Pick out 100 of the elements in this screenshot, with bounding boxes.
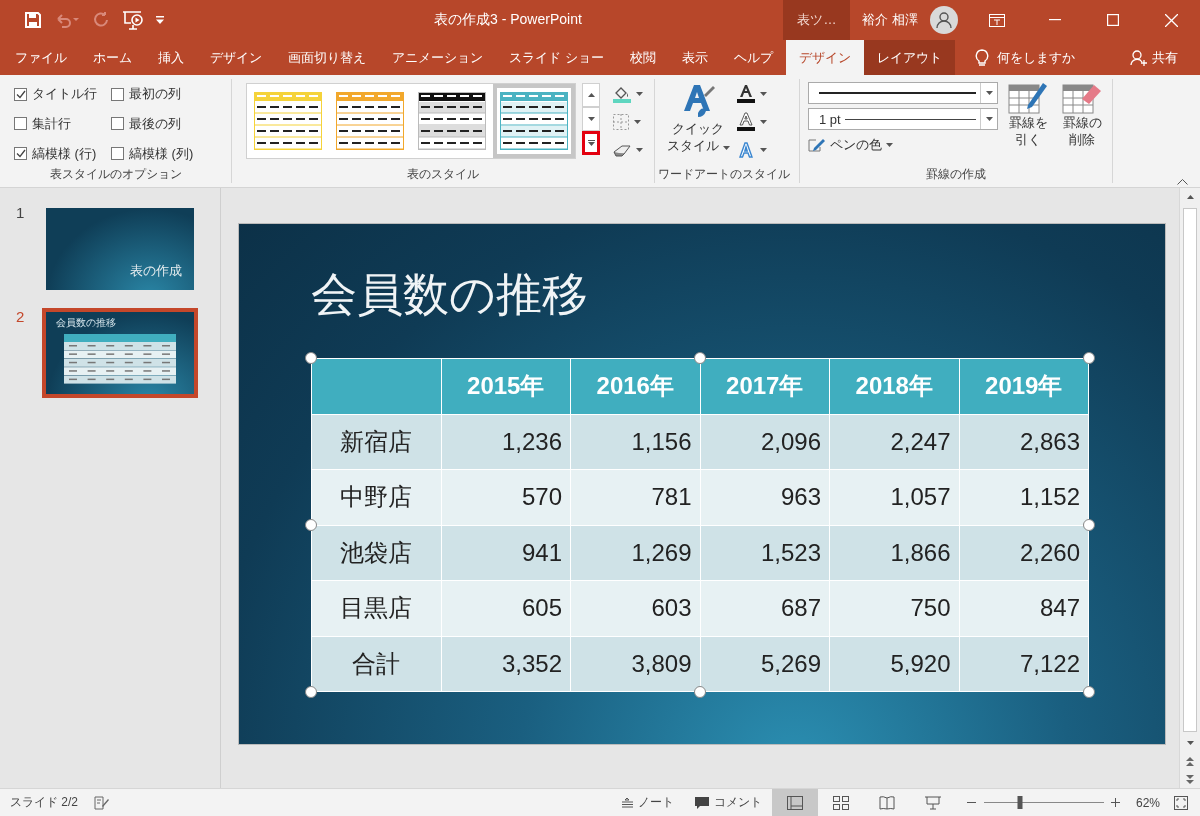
maximize-icon [1107, 14, 1119, 26]
table-style-option[interactable] [493, 84, 575, 158]
share-button[interactable]: 共有 [1124, 40, 1184, 75]
context-tab-label: 表ツ… [783, 0, 851, 40]
borders-icon [612, 113, 630, 131]
normal-view-icon [786, 795, 803, 810]
collapse-ribbon-button[interactable] [1177, 179, 1188, 185]
present-icon[interactable] [122, 10, 144, 30]
ribbon-tab[interactable]: スライド ショー [496, 40, 617, 75]
table-cell: 新宿店 [311, 414, 441, 470]
table-cell: 1,057 [829, 469, 959, 525]
resize-handle[interactable] [694, 352, 706, 364]
checkbox[interactable]: 最初の列 [111, 83, 194, 106]
table-cell: 2,863 [959, 414, 1089, 470]
comments-button[interactable]: コメント [683, 789, 772, 816]
resize-handle[interactable] [305, 686, 317, 698]
spell-check-icon[interactable] [94, 795, 110, 810]
table-cell: 941 [441, 525, 571, 581]
ribbon-tab[interactable]: 画面切り替え [275, 40, 379, 75]
slide-title: 会員数の推移 [311, 266, 588, 323]
table-preview-icon [336, 92, 404, 150]
ribbon-tab[interactable]: レイアウト [863, 40, 955, 75]
notes-button[interactable]: ノート [610, 789, 684, 816]
table-cell: 3,809 [570, 636, 700, 692]
borders-button[interactable] [612, 111, 643, 133]
table-cell: 1,269 [570, 525, 700, 581]
customize-icon[interactable] [156, 16, 164, 24]
text-outline-button[interactable] [735, 111, 767, 133]
up-arrow-icon [587, 93, 595, 97]
pen-icon [808, 137, 826, 153]
speech-bubble-icon [693, 795, 710, 810]
text-fill-button[interactable] [735, 83, 767, 105]
ribbon-tab[interactable]: ホーム [80, 40, 145, 75]
ribbon-tab[interactable]: 表示 [668, 40, 721, 75]
solid-line-icon [819, 92, 977, 94]
checkbox[interactable]: 最後の列 [111, 112, 194, 136]
minus-icon [967, 802, 977, 803]
caret-icon [636, 148, 643, 152]
projector-screen-icon [924, 795, 941, 810]
checkbox[interactable]: 縞模様 (行) [14, 142, 97, 165]
ribbon-tab[interactable]: 挿入 [145, 40, 197, 75]
more-styles-button[interactable] [582, 131, 600, 155]
caret-icon [759, 92, 767, 96]
notes-icon [620, 797, 634, 808]
checkmark-icon [15, 89, 26, 99]
table-cell: 1,866 [829, 525, 959, 581]
zoom-in-button[interactable] [1109, 796, 1122, 809]
resize-handle[interactable] [1083, 352, 1095, 364]
slide-thumbnail[interactable]: 会員数の推移 [42, 308, 198, 398]
ribbon-tab[interactable]: ファイル [2, 40, 80, 75]
eraser-button[interactable]: 罫線の 削除 [1058, 79, 1106, 165]
double-down-arrow-icon [1186, 774, 1194, 784]
down-arrow-icon [1186, 741, 1194, 745]
thumbnail-title: 会員数の推移 [56, 316, 116, 330]
save-icon[interactable] [24, 11, 42, 29]
table-cell: 2,260 [959, 525, 1089, 581]
fit-to-window-icon[interactable] [1174, 795, 1188, 810]
more-icon [587, 140, 595, 146]
avatar-icon[interactable] [930, 6, 958, 34]
group-label: 罫線の作成 [926, 165, 986, 183]
normal-view-button[interactable] [771, 789, 818, 816]
scrollbar-thumb[interactable] [1183, 208, 1197, 732]
slide-number: 2 [16, 308, 26, 327]
resize-handle[interactable] [1083, 686, 1095, 698]
ribbon-tab[interactable]: 校閲 [616, 40, 669, 75]
table-cell: 目黒店 [311, 580, 441, 636]
checkbox[interactable]: タイトル行 [14, 83, 97, 106]
pen-color-button[interactable]: ペンの色 [808, 134, 998, 156]
resize-handle[interactable] [305, 352, 317, 364]
table-cell: 1,236 [441, 414, 571, 470]
caret-icon [985, 117, 993, 121]
ribbon-tab[interactable]: デザイン [785, 40, 864, 75]
checkbox[interactable]: 縞模様 (列) [111, 142, 194, 165]
zoom-level[interactable]: 62% [1121, 789, 1170, 816]
draw-table-button[interactable]: 罫線を 引く [1004, 79, 1052, 165]
user-name: 裕介 相澤 [862, 11, 918, 29]
text-fill-icon [735, 84, 756, 104]
text-outline-icon [735, 112, 756, 132]
ribbon-tab[interactable]: アニメーション [379, 40, 496, 75]
minimize-icon [1049, 19, 1061, 21]
pen-style-dropdown[interactable] [808, 82, 998, 104]
pen-weight-dropdown[interactable]: 1 pt [808, 108, 998, 130]
quick-styles-button[interactable]: クイック スタイル [663, 79, 734, 165]
data-table[interactable]: 2015年 2016年 2017年 2018年 2019年 新宿店 1,236 1,156 2,096 2,247 2,863 中野店 570 781 963 1,057 1,152 池袋店 941 1,269 1,523 1,866 2,260 目黒店 605 603 687 750 847 合計 3,352 3,809 5,269 5,920 7,122 [311, 358, 1089, 692]
table-cell: 2,096 [700, 414, 830, 470]
table-cell: 1,523 [700, 525, 830, 581]
scroll-up-button[interactable] [582, 83, 600, 107]
scroll-down-button[interactable] [582, 107, 600, 131]
tell-me-field[interactable]: 何をしますか [968, 40, 1081, 75]
caret-icon [985, 91, 993, 95]
double-up-arrow-icon [1186, 756, 1194, 766]
column-header: 2018年 [829, 358, 959, 414]
chevron-up-icon [1177, 179, 1188, 185]
caret-icon [759, 148, 767, 152]
ribbon-tab[interactable]: デザイン [197, 40, 275, 75]
checkbox[interactable]: 集計行 [14, 112, 97, 136]
ribbon-tab[interactable]: ヘルプ [720, 40, 786, 75]
table-cell: 2,247 [829, 414, 959, 470]
resize-handle[interactable] [305, 519, 317, 531]
table-preview-icon [500, 92, 568, 150]
